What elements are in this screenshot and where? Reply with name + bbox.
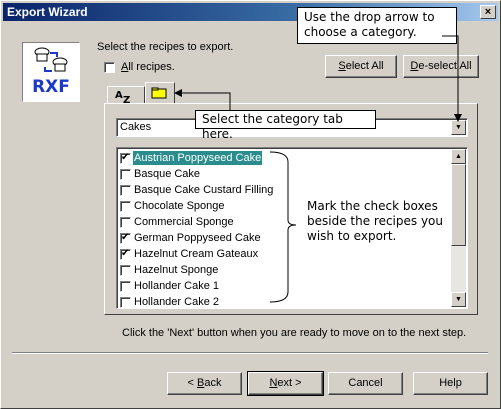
next-hint: Click the 'Next' button when you are rea…: [122, 327, 467, 339]
back-button[interactable]: < Back: [167, 372, 242, 395]
callout-lines: [174, 35, 462, 303]
next-button[interactable]: Next >: [247, 371, 324, 396]
cancel-button[interactable]: Cancel: [328, 372, 403, 395]
help-button[interactable]: Help: [413, 372, 488, 395]
footer-separator: [12, 352, 488, 354]
